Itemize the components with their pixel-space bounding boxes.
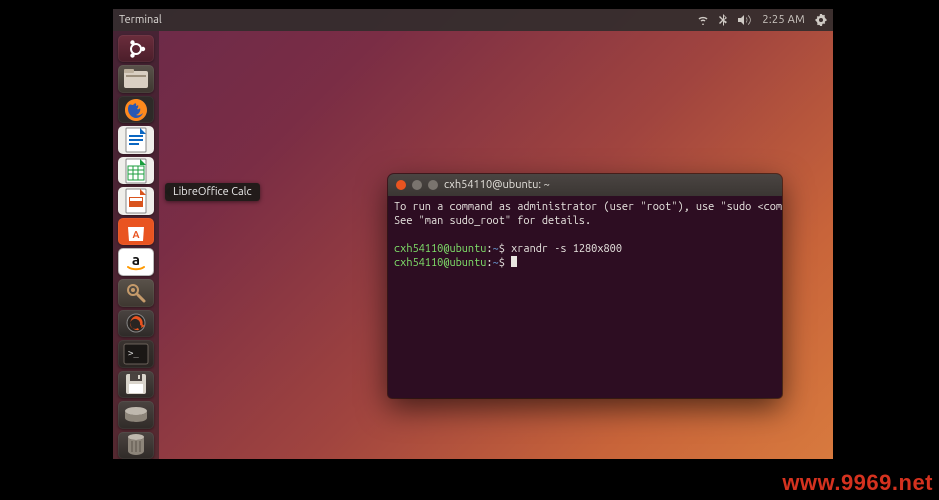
floppy-icon	[125, 373, 147, 395]
clock[interactable]: 2:25 AM	[762, 14, 805, 26]
gear-wrench-icon	[124, 281, 148, 305]
launcher-amazon[interactable]: a	[118, 248, 154, 276]
watermark: www.9969.net	[782, 470, 933, 496]
terminal-icon: >_	[123, 343, 149, 365]
svg-text:a: a	[132, 251, 140, 268]
gear-icon[interactable]	[815, 14, 827, 26]
launcher-files[interactable]	[118, 65, 154, 92]
window-minimize-button[interactable]	[412, 180, 422, 190]
terminal-title: cxh54110@ubuntu: ~	[444, 179, 550, 191]
update-icon	[124, 311, 148, 335]
bluetooth-icon[interactable]	[719, 14, 728, 26]
launcher-terminal[interactable]: >_	[118, 340, 154, 367]
ubuntu-desktop: Terminal 2:25 AM	[113, 9, 833, 459]
launcher-software-updater[interactable]	[118, 310, 154, 337]
svg-text:A: A	[132, 229, 139, 240]
top-menu-bar: Terminal 2:25 AM	[113, 9, 833, 31]
terminal-prompt-user-2: cxh54110@ubuntu	[394, 257, 486, 269]
document-icon	[125, 127, 147, 153]
launcher-libreoffice-calc[interactable]	[118, 157, 154, 184]
window-close-button[interactable]	[396, 180, 406, 190]
terminal-cursor	[511, 256, 517, 267]
terminal-prompt-user: cxh54110@ubuntu	[394, 243, 486, 255]
terminal-body[interactable]: To run a command as administrator (user …	[388, 196, 782, 274]
terminal-motd-line1: To run a command as administrator (user …	[394, 201, 782, 213]
presentation-icon	[125, 188, 147, 214]
launcher-drive[interactable]	[118, 401, 154, 428]
launcher-trash[interactable]	[118, 432, 154, 459]
trash-icon	[126, 433, 146, 457]
firefox-icon	[123, 97, 149, 123]
sound-icon[interactable]	[738, 14, 752, 26]
terminal-motd-line2: See "man sudo_root" for details.	[394, 215, 591, 227]
terminal-titlebar[interactable]: cxh54110@ubuntu: ~	[388, 174, 782, 196]
active-app-name: Terminal	[119, 14, 162, 26]
shopping-bag-icon: A	[125, 221, 147, 243]
disk-icon	[124, 406, 148, 424]
svg-text:>_: >_	[128, 349, 139, 359]
launcher-tooltip: LibreOffice Calc	[165, 183, 260, 201]
terminal-prompt-symbol-2: $	[499, 257, 505, 269]
window-maximize-button[interactable]	[428, 180, 438, 190]
terminal-command-1: xrandr -s 1280x800	[511, 243, 622, 255]
launcher-firefox[interactable]	[118, 96, 154, 123]
spreadsheet-icon	[125, 158, 147, 184]
indicator-area: 2:25 AM	[697, 14, 827, 26]
terminal-window[interactable]: cxh54110@ubuntu: ~ To run a command as a…	[388, 174, 782, 398]
launcher-system-settings[interactable]	[118, 279, 154, 306]
ubuntu-logo-icon	[124, 37, 148, 61]
file-manager-icon	[123, 68, 149, 90]
launcher-save[interactable]	[118, 371, 154, 398]
launcher-libreoffice-impress[interactable]	[118, 187, 154, 214]
unity-launcher: A a >_	[113, 31, 159, 459]
amazon-icon: a	[124, 250, 148, 274]
launcher-ubuntu-software[interactable]: A	[118, 218, 154, 245]
terminal-prompt-symbol: $	[499, 243, 505, 255]
launcher-libreoffice-writer[interactable]	[118, 126, 154, 153]
launcher-dash[interactable]	[118, 35, 154, 62]
network-icon[interactable]	[697, 14, 709, 26]
